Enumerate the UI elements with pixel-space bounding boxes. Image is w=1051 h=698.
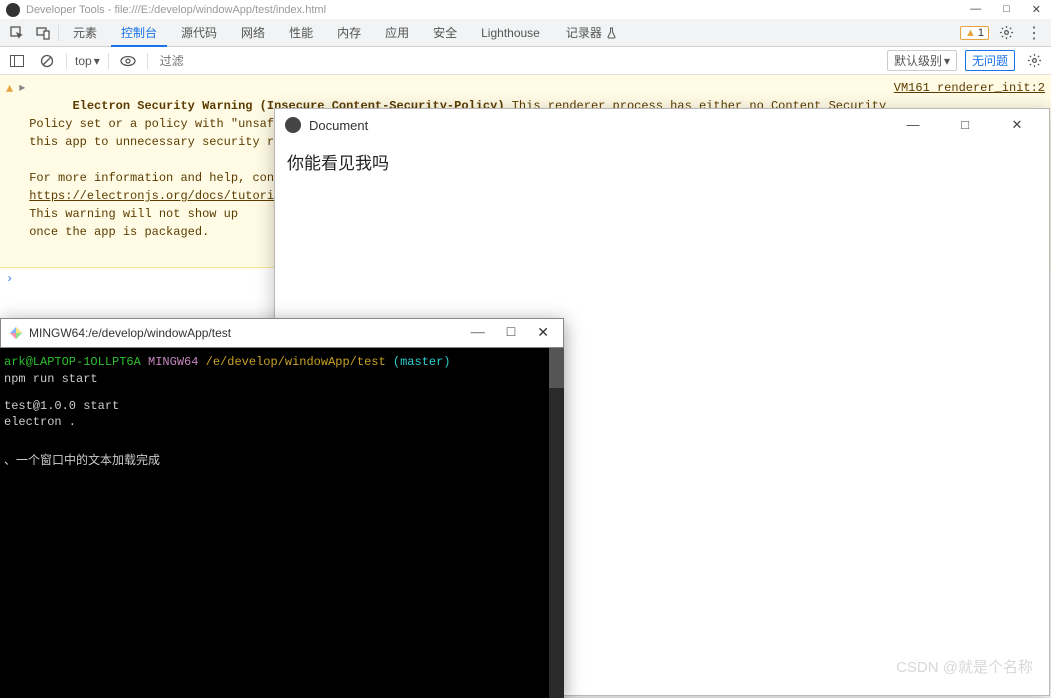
chevron-down-icon: ▾ [944,54,950,68]
minimize-button[interactable]: — [465,325,491,342]
more-menu-icon[interactable]: ⋮ [1023,22,1045,44]
doc-link[interactable]: https://electronjs.org/docs/tutorial/s [29,189,303,203]
tab-application[interactable]: 应用 [375,18,419,47]
close-button[interactable]: ✕ [995,117,1039,133]
document-title: Document [309,118,368,133]
maximize-button[interactable]: □ [943,117,987,133]
maximize-button[interactable]: □ [999,3,1014,16]
close-button[interactable]: ✕ [1028,3,1045,16]
filter-input[interactable] [156,52,336,70]
device-toolbar-icon[interactable] [32,22,54,44]
clear-console-icon[interactable] [36,50,58,72]
console-toolbar: top ▾ 默认级别 ▾ 无问题 [0,47,1051,75]
tab-performance[interactable]: 性能 [279,18,323,47]
terminal-line: 、一个窗口中的文本加载完成 [4,453,560,470]
tab-sources[interactable]: 源代码 [171,18,227,47]
tab-recorder[interactable]: 记录器 [556,18,627,47]
terminal-line: npm run start [4,371,560,388]
sidebar-toggle-icon[interactable] [6,50,28,72]
tab-network[interactable]: 网络 [231,18,275,47]
terminal-line: test@1.0.0 start [4,398,560,415]
chevron-down-icon: ▾ [94,54,100,68]
inspect-element-icon[interactable] [6,22,28,44]
devtools-tabs: 元素 控制台 源代码 网络 性能 内存 应用 安全 Lighthouse 记录器… [0,19,1051,47]
settings-gear-icon[interactable] [995,22,1017,44]
app-icon [6,3,20,17]
live-expression-icon[interactable] [117,50,139,72]
terminal-title: MINGW64:/e/develop/windowApp/test [29,326,231,340]
close-button[interactable]: ✕ [531,325,555,342]
tab-lighthouse[interactable]: Lighthouse [471,20,550,46]
warning-triangle-icon: ▲ [965,27,976,39]
log-level-selector[interactable]: 默认级别 ▾ [887,50,957,71]
maximize-button[interactable]: □ [501,325,521,342]
minimize-button[interactable]: — [891,117,935,133]
devtools-title-bar: Developer Tools - file:///E:/develop/win… [0,0,1051,19]
tab-console[interactable]: 控制台 [111,18,167,47]
terminal-title-bar: MINGW64:/e/develop/windowApp/test — □ ✕ [0,318,564,348]
terminal-body[interactable]: ark@LAPTOP-1OLLPT6A MINGW64 /e/develop/w… [0,348,564,698]
expand-caret-icon[interactable]: ▸ [19,79,25,259]
scrollbar-thumb[interactable] [549,348,564,388]
minimize-button[interactable]: — [966,3,985,16]
issues-chip[interactable]: 无问题 [965,50,1015,71]
window-title: Developer Tools - file:///E:/develop/win… [26,4,326,16]
terminal-window: MINGW64:/e/develop/windowApp/test — □ ✕ … [0,318,564,698]
terminal-line: ark@LAPTOP-1OLLPT6A MINGW64 /e/develop/w… [4,354,560,371]
flask-icon [606,27,617,39]
console-settings-gear-icon[interactable] [1023,50,1045,72]
tab-memory[interactable]: 内存 [327,18,371,47]
warnings-badge[interactable]: ▲ 1 [960,26,989,40]
mingw-icon [9,326,23,340]
warning-triangle-icon: ▲ [6,80,13,259]
document-title-bar: Document — □ ✕ [275,109,1049,141]
scrollbar[interactable] [549,348,564,698]
tab-security[interactable]: 安全 [423,18,467,47]
document-content: 你能看见我吗 [275,141,1049,182]
terminal-line: electron . [4,414,560,431]
tab-elements[interactable]: 元素 [63,18,107,47]
app-icon [285,117,301,133]
context-selector[interactable]: top ▾ [75,54,100,68]
